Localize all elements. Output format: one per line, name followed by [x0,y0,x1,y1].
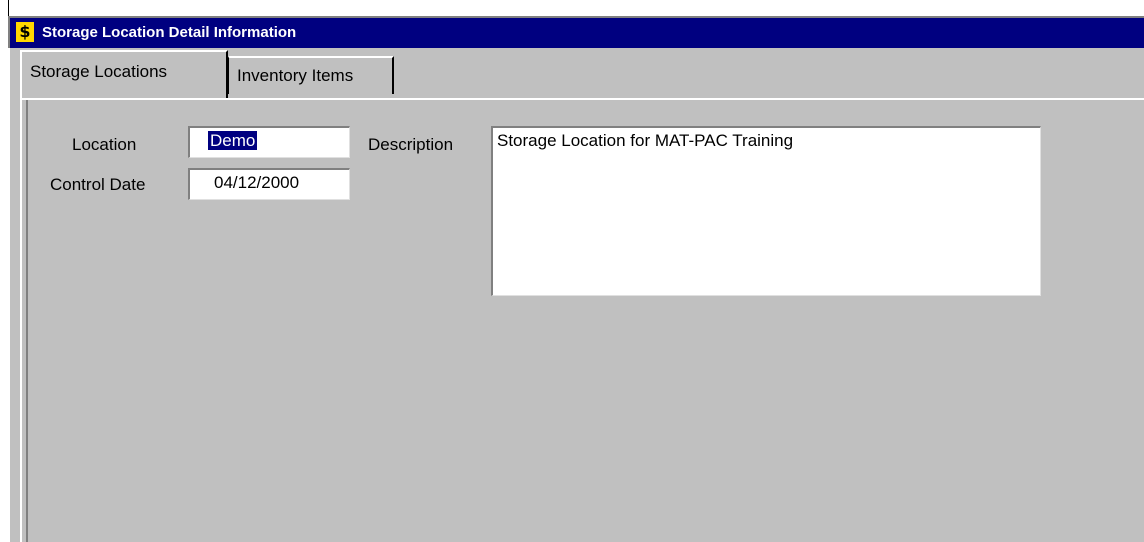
control-date-value: 04/12/2000 [214,173,300,192]
window-left-edge [8,48,20,542]
description-label: Description [368,135,454,154]
location-label: Location [72,135,137,154]
description-value: Storage Location for MAT-PAC Training [497,131,794,150]
tab-strip: Inventory Items Storage Locations [20,48,1144,98]
location-field[interactable]: Demo [188,126,350,158]
description-textarea[interactable]: Storage Location for MAT-PAC Training [491,126,1041,296]
control-date-field[interactable]: 04/12/2000 [188,168,350,200]
panel-inner-edge [26,100,28,542]
title-bar[interactable]: $ Storage Location Detail Information [8,16,1144,48]
location-value: Demo [208,131,258,150]
window-title: Storage Location Detail Information [42,24,297,41]
tab-storage-locations-label: Storage Locations [30,62,168,81]
window-top-margin [9,0,1144,16]
dollar-sign-icon[interactable]: $ [16,22,34,42]
control-date-label: Control Date [50,175,146,194]
tab-inventory-items-label: Inventory Items [237,66,354,85]
tab-storage-locations[interactable]: Storage Locations [20,50,228,98]
tab-inventory-items[interactable]: Inventory Items [228,56,394,94]
